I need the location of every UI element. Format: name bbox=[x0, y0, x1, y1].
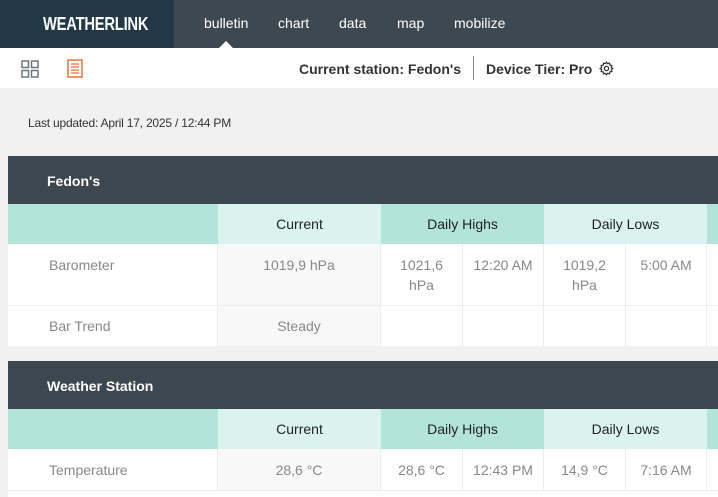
gear-icon[interactable] bbox=[599, 61, 614, 76]
nav-mobilize[interactable]: mobilize bbox=[454, 15, 505, 31]
row-label: Barometer bbox=[49, 257, 115, 273]
bulletin-view-icon[interactable] bbox=[67, 59, 83, 78]
current-station-label[interactable]: Current station: Fedon's bbox=[299, 61, 461, 77]
low-time: 7:16 AM bbox=[640, 462, 692, 478]
header-blank bbox=[8, 409, 218, 449]
nav-chart[interactable]: chart bbox=[278, 15, 309, 31]
current-value: 1019,9 hPa bbox=[263, 257, 335, 273]
row-label: Temperature bbox=[49, 462, 128, 478]
low-value: 1019,2 hPa bbox=[563, 257, 606, 293]
header-more bbox=[707, 409, 718, 449]
section-header-weather-station: Weather Station bbox=[8, 361, 718, 409]
high-value: 1021,6 hPa bbox=[400, 257, 443, 293]
table-row-temperature: Temperature 28,6 °C 28,6 °C 12:43 PM 14,… bbox=[8, 449, 718, 490]
grid-view-icon[interactable] bbox=[21, 60, 39, 78]
low-time: 5:00 AM bbox=[640, 257, 692, 273]
header-current: Current bbox=[218, 204, 381, 244]
last-updated-text: Last updated: April 17, 2025 / 12:44 PM bbox=[28, 116, 232, 130]
table-row-bar-trend: Bar Trend Steady bbox=[8, 306, 718, 346]
high-time: 12:43 PM bbox=[473, 462, 533, 478]
current-value: Steady bbox=[277, 318, 321, 334]
active-nav-indicator bbox=[219, 41, 233, 48]
header-daily-lows: Daily Lows bbox=[544, 204, 707, 244]
header-more bbox=[707, 204, 718, 244]
toolbar-divider bbox=[473, 56, 474, 80]
header-daily-highs: Daily Highs bbox=[381, 204, 544, 244]
nav-map[interactable]: map bbox=[397, 15, 424, 31]
table-row-barometer: Barometer 1019,9 hPa 1021,6 hPa 12:20 AM… bbox=[8, 244, 718, 305]
column-header-row: Current Daily Highs Daily Lows bbox=[8, 204, 718, 244]
low-value: 14,9 °C bbox=[561, 462, 608, 478]
table-row bbox=[8, 491, 718, 497]
header-daily-lows: Daily Lows bbox=[544, 409, 707, 449]
device-tier-label: Device Tier: Pro bbox=[486, 61, 593, 77]
section-header-fedons: Fedon's bbox=[8, 156, 718, 204]
high-time: 12:20 AM bbox=[473, 257, 533, 273]
nav-bulletin[interactable]: bulletin bbox=[204, 15, 248, 31]
header-daily-highs: Daily Highs bbox=[381, 409, 544, 449]
weatherlink-logo[interactable]: WEATHERLINK bbox=[0, 0, 174, 48]
column-header-row: Current Daily Highs Daily Lows bbox=[8, 409, 718, 449]
header-current: Current bbox=[218, 409, 381, 449]
toolbar: Current station: Fedon's Device Tier: Pr… bbox=[0, 48, 718, 88]
current-value: 28,6 °C bbox=[275, 462, 323, 478]
header-blank bbox=[8, 204, 218, 244]
top-nav: WEATHERLINK bulletin chart data map mobi… bbox=[0, 0, 718, 48]
nav-data[interactable]: data bbox=[339, 15, 366, 31]
row-label: Bar Trend bbox=[49, 318, 111, 334]
high-value: 28,6 °C bbox=[398, 462, 445, 478]
